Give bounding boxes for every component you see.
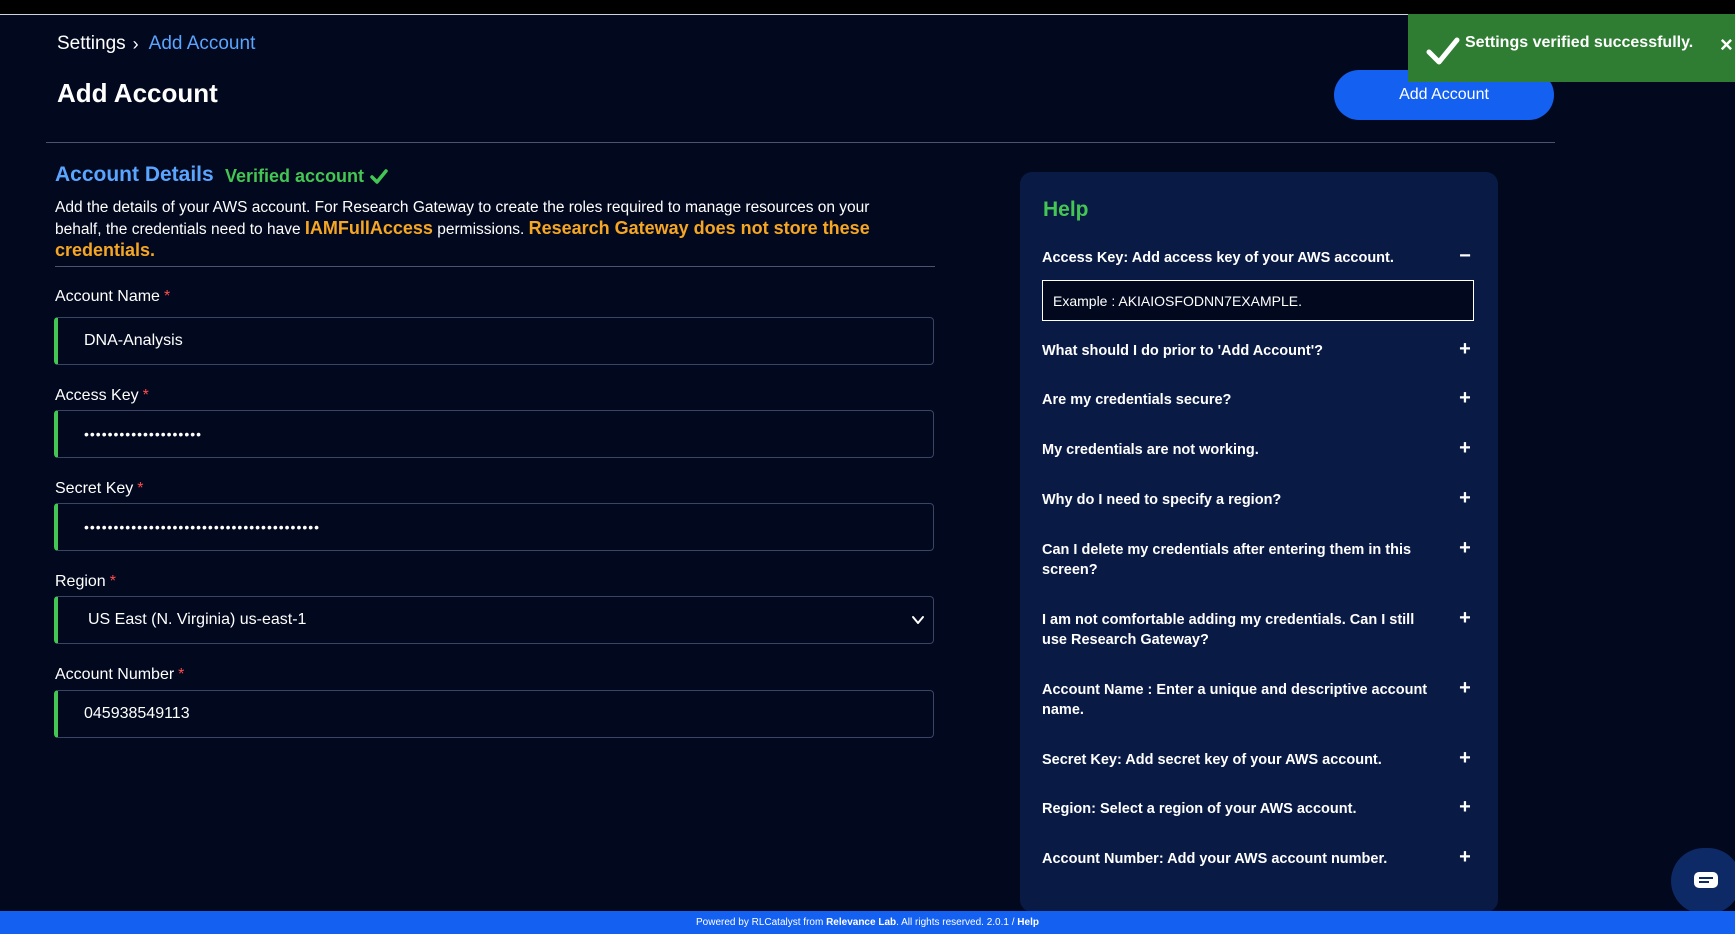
footer-company-link[interactable]: Relevance Lab: [826, 917, 896, 928]
expand-icon[interactable]: +: [1458, 538, 1472, 558]
help-item-account-number[interactable]: Account Number: Add your AWS account num…: [1042, 847, 1472, 869]
intro-text: Add the details of your AWS account. For…: [55, 197, 895, 262]
access-key-label: Access Key *: [55, 387, 149, 405]
help-panel: Help Access Key: Add access key of your …: [1020, 172, 1498, 912]
expand-icon[interactable]: +: [1458, 748, 1472, 768]
chat-icon: [1694, 872, 1718, 888]
expand-icon[interactable]: +: [1458, 488, 1472, 508]
account-number-label-text: Account Number: [55, 666, 175, 683]
secret-key-label-text: Secret Key: [55, 480, 134, 497]
help-item-credentials-secure[interactable]: Are my credentials secure? +: [1042, 388, 1472, 410]
breadcrumb-current[interactable]: Add Account: [149, 33, 256, 55]
page-title: Add Account: [57, 78, 218, 108]
required-marker: *: [142, 387, 149, 404]
help-question: I am not comfortable adding my credentia…: [1042, 612, 1415, 648]
intro-part2: permissions.: [432, 221, 529, 238]
help-item-account-name[interactable]: Account Name : Enter a unique and descri…: [1042, 678, 1472, 720]
required-marker: *: [178, 666, 185, 683]
secret-key-input[interactable]: ••••••••••••••••••••••••••••••••••••••••: [54, 503, 934, 551]
help-item-delete-credentials[interactable]: Can I delete my credentials after enteri…: [1042, 538, 1472, 580]
help-question: My credentials are not working.: [1042, 442, 1259, 458]
account-name-label-text: Account Name: [55, 288, 160, 305]
chevron-down-icon: [912, 616, 924, 624]
help-answer: Example : AKIAIOSFODNN7EXAMPLE.: [1042, 280, 1474, 321]
help-question: What should I do prior to 'Add Account'?: [1042, 343, 1324, 359]
access-key-value: ••••••••••••••••••••: [84, 426, 203, 442]
header-divider: [46, 142, 1555, 143]
help-question: Secret Key: Add secret key of your AWS a…: [1042, 752, 1382, 768]
footer-help-link[interactable]: Help: [1017, 917, 1039, 928]
top-bar: [0, 0, 1735, 15]
account-number-value: 045938549113: [84, 705, 190, 722]
help-question: Can I delete my credentials after enteri…: [1042, 542, 1412, 578]
breadcrumb-separator: ›: [132, 33, 139, 54]
help-question: Account Number: Add your AWS account num…: [1042, 851, 1388, 867]
expand-icon[interactable]: +: [1458, 608, 1472, 628]
close-icon[interactable]: ×: [1720, 32, 1733, 58]
help-question: Why do I need to specify a region?: [1042, 492, 1282, 508]
footer-prefix: Powered by RLCatalyst from: [696, 917, 827, 928]
intro-highlight-iam: IAMFullAccess: [304, 218, 433, 238]
help-question: Account Name : Enter a unique and descri…: [1042, 682, 1428, 718]
region-label-text: Region: [55, 573, 106, 590]
expand-icon[interactable]: +: [1458, 678, 1472, 698]
form-divider: [55, 266, 935, 267]
help-item-not-comfortable[interactable]: I am not comfortable adding my credentia…: [1042, 608, 1472, 650]
help-item-access-key[interactable]: Access Key: Add access key of your AWS a…: [1042, 246, 1472, 268]
section-title: Account Details: [55, 163, 214, 186]
expand-icon[interactable]: +: [1458, 438, 1472, 458]
help-item-secret-key[interactable]: Secret Key: Add secret key of your AWS a…: [1042, 748, 1472, 770]
secret-key-value: ••••••••••••••••••••••••••••••••••••••••: [84, 519, 321, 535]
footer: Powered by RLCatalyst from Relevance Lab…: [0, 911, 1735, 934]
breadcrumb: Settings › Add Account: [57, 33, 255, 55]
help-question: Are my credentials secure?: [1042, 392, 1232, 408]
verified-label: Verified account: [225, 166, 365, 186]
collapse-icon[interactable]: −: [1458, 246, 1472, 266]
verified-check-icon: [370, 168, 388, 184]
footer-suffix: . All rights reserved. 2.0.1 /: [896, 917, 1018, 928]
help-item-credentials-not-working[interactable]: My credentials are not working. +: [1042, 438, 1472, 460]
expand-icon[interactable]: +: [1458, 388, 1472, 408]
account-name-input[interactable]: DNA-Analysis: [54, 317, 934, 365]
toast-message: Settings verified successfully.: [1465, 34, 1694, 51]
help-item-region-why[interactable]: Why do I need to specify a region? +: [1042, 488, 1472, 510]
required-marker: *: [137, 480, 144, 497]
success-toast: Settings verified successfully. ×: [1408, 14, 1735, 82]
expand-icon[interactable]: +: [1458, 797, 1472, 817]
secret-key-label: Secret Key *: [55, 480, 144, 498]
breadcrumb-settings-link[interactable]: Settings: [57, 33, 126, 55]
region-label: Region *: [55, 573, 116, 591]
expand-icon[interactable]: +: [1458, 339, 1472, 359]
required-marker: *: [109, 573, 116, 590]
expand-icon[interactable]: +: [1458, 847, 1472, 867]
verified-badge: Verified account: [225, 166, 388, 187]
access-key-input[interactable]: ••••••••••••••••••••: [54, 410, 934, 458]
help-item-prior-steps[interactable]: What should I do prior to 'Add Account'?…: [1042, 339, 1472, 361]
help-question: Access Key: Add access key of your AWS a…: [1042, 250, 1394, 266]
help-title: Help: [1043, 198, 1089, 221]
help-question: Region: Select a region of your AWS acco…: [1042, 801, 1357, 817]
region-select[interactable]: US East (N. Virginia) us-east-1: [54, 596, 934, 644]
account-number-input[interactable]: 045938549113: [54, 690, 934, 738]
region-value: US East (N. Virginia) us-east-1: [88, 611, 307, 628]
help-item-region[interactable]: Region: Select a region of your AWS acco…: [1042, 797, 1472, 819]
account-number-label: Account Number *: [55, 666, 184, 684]
account-name-value: DNA-Analysis: [84, 332, 183, 349]
account-name-label: Account Name *: [55, 288, 170, 306]
check-icon: [1426, 37, 1460, 65]
required-marker: *: [163, 288, 171, 305]
access-key-label-text: Access Key: [55, 387, 139, 404]
chat-button[interactable]: [1671, 848, 1735, 914]
